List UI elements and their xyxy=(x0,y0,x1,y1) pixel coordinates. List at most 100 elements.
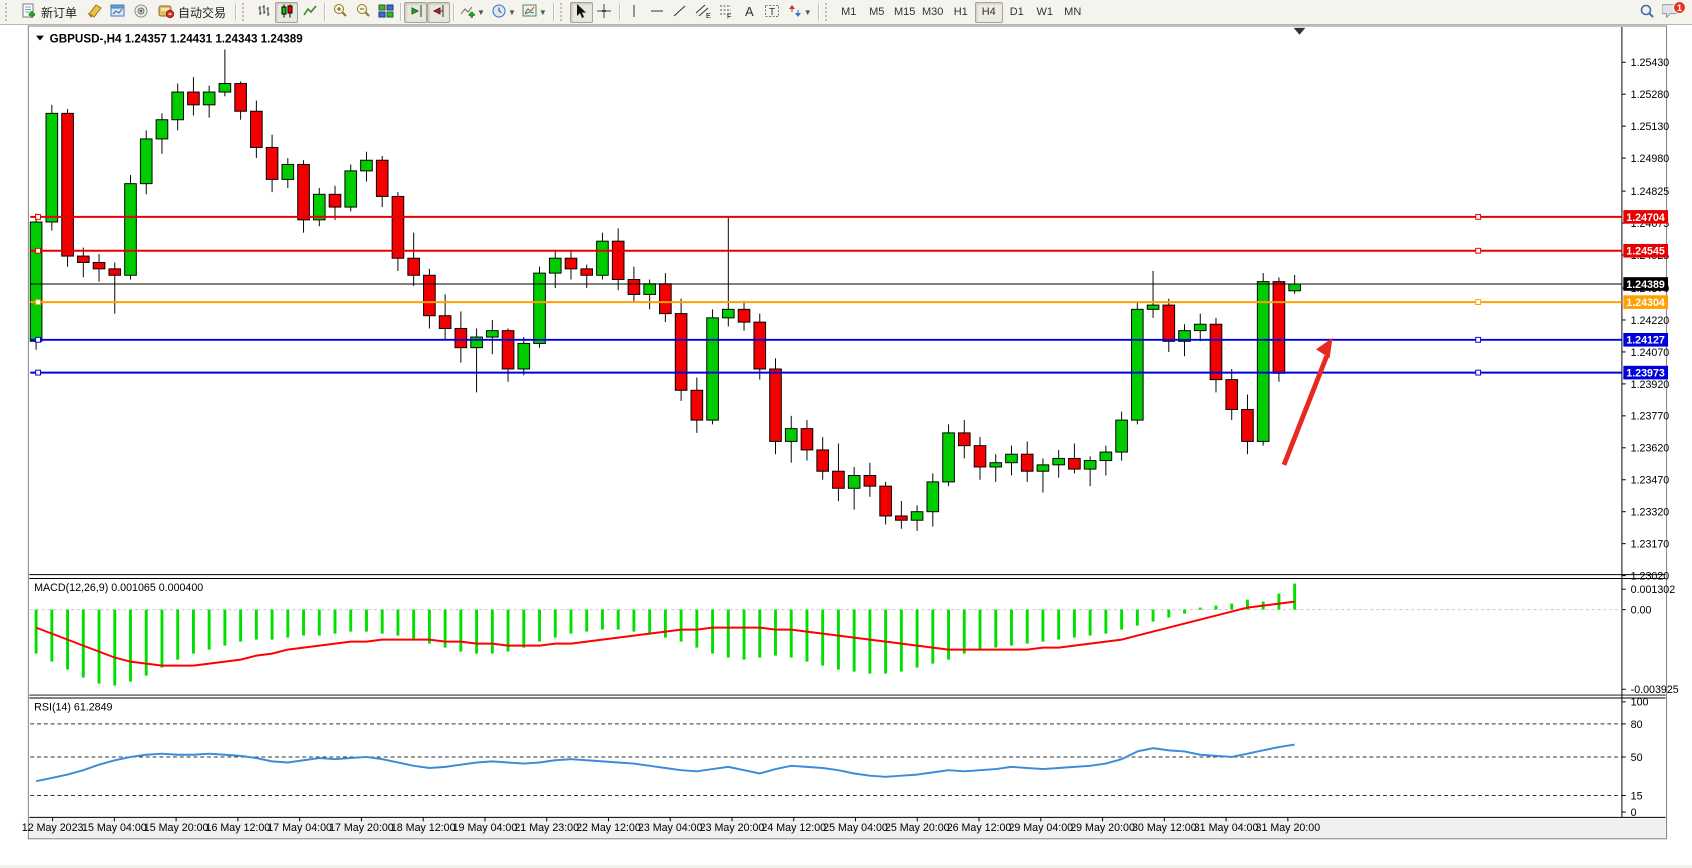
line-handle[interactable] xyxy=(1476,370,1481,375)
candle-body xyxy=(911,512,923,521)
candle-body xyxy=(880,486,892,516)
price-badge-label: 1.24127 xyxy=(1626,335,1665,347)
line-handle[interactable] xyxy=(36,370,41,375)
zoom-out-icon xyxy=(355,3,371,22)
timeframe-button-D1[interactable]: D1 xyxy=(1003,2,1031,23)
fibonacci-tool-button[interactable]: F xyxy=(715,2,738,23)
candle-body xyxy=(691,390,703,420)
broadcast-button[interactable] xyxy=(129,2,152,23)
arrows-tool-button[interactable]: ▼ xyxy=(784,2,815,23)
line-handle[interactable] xyxy=(36,248,41,253)
zoom-in-button[interactable] xyxy=(328,2,351,23)
line-handle[interactable] xyxy=(1476,337,1481,342)
tile-windows-icon xyxy=(378,3,394,22)
search-icon[interactable] xyxy=(1638,2,1656,23)
timeframe-button-M30[interactable]: M30 xyxy=(919,2,947,23)
charts-window-button[interactable] xyxy=(106,2,129,23)
trendline-tool-button[interactable] xyxy=(669,2,692,23)
candle-body xyxy=(1147,305,1159,309)
candle-body xyxy=(1006,454,1018,463)
candlestick-mode-button[interactable] xyxy=(275,2,298,23)
candle-body xyxy=(439,316,451,329)
timeframe-button-MN[interactable]: MN xyxy=(1059,2,1087,23)
line-handle[interactable] xyxy=(1476,214,1481,219)
cursor-tool-button[interactable] xyxy=(570,2,593,23)
price-tick-label: 1.23320 xyxy=(1631,507,1670,519)
candle-body xyxy=(140,139,152,184)
text-tool-button[interactable]: A xyxy=(738,2,761,23)
candle-body xyxy=(93,262,105,268)
candle-body xyxy=(1100,452,1112,461)
line-handle[interactable] xyxy=(1476,300,1481,305)
templates-button[interactable]: ▼ xyxy=(519,2,550,23)
timeframe-button-M1[interactable]: M1 xyxy=(835,2,863,23)
line-handle[interactable] xyxy=(1476,248,1481,253)
indicators-button[interactable]: ▼ xyxy=(457,2,488,23)
notification-badge: 1 xyxy=(1673,1,1686,14)
horizontal-line-tool-button[interactable] xyxy=(646,2,669,23)
autoscroll-icon xyxy=(408,3,424,22)
charts-window-icon xyxy=(110,3,126,22)
autotrade-button[interactable]: 自动交易 xyxy=(152,2,232,23)
price-tick-label: 1.23920 xyxy=(1631,379,1670,391)
timeframe-button-W1[interactable]: W1 xyxy=(1031,2,1059,23)
zoom-out-button[interactable] xyxy=(351,2,374,23)
date-tick-label: 19 May 04:00 xyxy=(453,822,518,834)
timeframe-button-M5[interactable]: M5 xyxy=(863,2,891,23)
label-tool-button[interactable]: T xyxy=(761,2,784,23)
price-badge-label: 1.24389 xyxy=(1626,279,1665,291)
price-tick-label: 1.23470 xyxy=(1631,475,1670,487)
candle-body xyxy=(785,429,797,442)
tile-windows-button[interactable] xyxy=(374,2,397,23)
bar-chart-icon xyxy=(256,3,272,22)
new-order-label: 新订单 xyxy=(41,4,77,21)
line-chart-icon xyxy=(302,3,318,22)
price-tick-label: 1.25130 xyxy=(1631,121,1670,133)
line-handle[interactable] xyxy=(36,300,41,305)
crosshair-tool-button[interactable] xyxy=(593,2,616,23)
line-chart-mode-button[interactable] xyxy=(298,2,321,23)
candle-body xyxy=(392,196,404,258)
zoom-in-icon xyxy=(332,3,348,22)
bar-chart-mode-button[interactable] xyxy=(252,2,275,23)
candle-body xyxy=(203,92,215,105)
vertical-line-tool-button[interactable] xyxy=(623,2,646,23)
market-watch-button[interactable] xyxy=(83,2,106,23)
chart-canvas[interactable]: GBPUSD-,H4 1.24357 1.24431 1.24343 1.243… xyxy=(0,25,1692,865)
candle-body xyxy=(722,309,734,318)
date-tick-label: 30 May 12:00 xyxy=(1132,822,1197,834)
notifications-button[interactable]: 1 xyxy=(1662,2,1684,22)
candle-body xyxy=(172,92,184,120)
rsi-tick-label: 100 xyxy=(1631,697,1649,709)
toolbar-separator xyxy=(553,3,554,21)
candle-body xyxy=(612,241,624,279)
periods-button[interactable]: ▼ xyxy=(488,2,519,23)
chart-shift-button[interactable] xyxy=(427,2,450,23)
candle-body xyxy=(471,337,483,348)
line-handle[interactable] xyxy=(36,214,41,219)
candle-body xyxy=(1210,324,1222,379)
timeframe-button-H1[interactable]: H1 xyxy=(947,2,975,23)
autotrade-label: 自动交易 xyxy=(178,4,226,21)
toolbar-grip xyxy=(825,3,832,21)
candle-body xyxy=(644,284,656,295)
autoscroll-button[interactable] xyxy=(404,2,427,23)
date-tick-label: 26 May 12:00 xyxy=(947,822,1012,834)
candle-body xyxy=(1037,465,1049,471)
toolbar-separator xyxy=(400,3,401,21)
candle-body xyxy=(990,463,1002,467)
candle-body xyxy=(974,446,986,467)
rsi-label: RSI(14) 61.2849 xyxy=(34,702,112,714)
toolbar-separator xyxy=(235,3,236,21)
candle-body xyxy=(486,331,498,337)
candle-body xyxy=(1053,458,1065,464)
channel-tool-button[interactable]: E xyxy=(692,2,715,23)
date-tick-label: 25 May 04:00 xyxy=(823,822,888,834)
arrow-objects-icon xyxy=(787,3,803,22)
timeframe-button-H4[interactable]: H4 xyxy=(975,2,1003,23)
line-handle[interactable] xyxy=(36,337,41,342)
candle-body xyxy=(896,516,908,520)
new-order-button[interactable]: 新订单 xyxy=(15,2,83,23)
timeframe-button-M15[interactable]: M15 xyxy=(891,2,919,23)
macd-label: MACD(12,26,9) 0.001065 0.000400 xyxy=(34,582,203,594)
